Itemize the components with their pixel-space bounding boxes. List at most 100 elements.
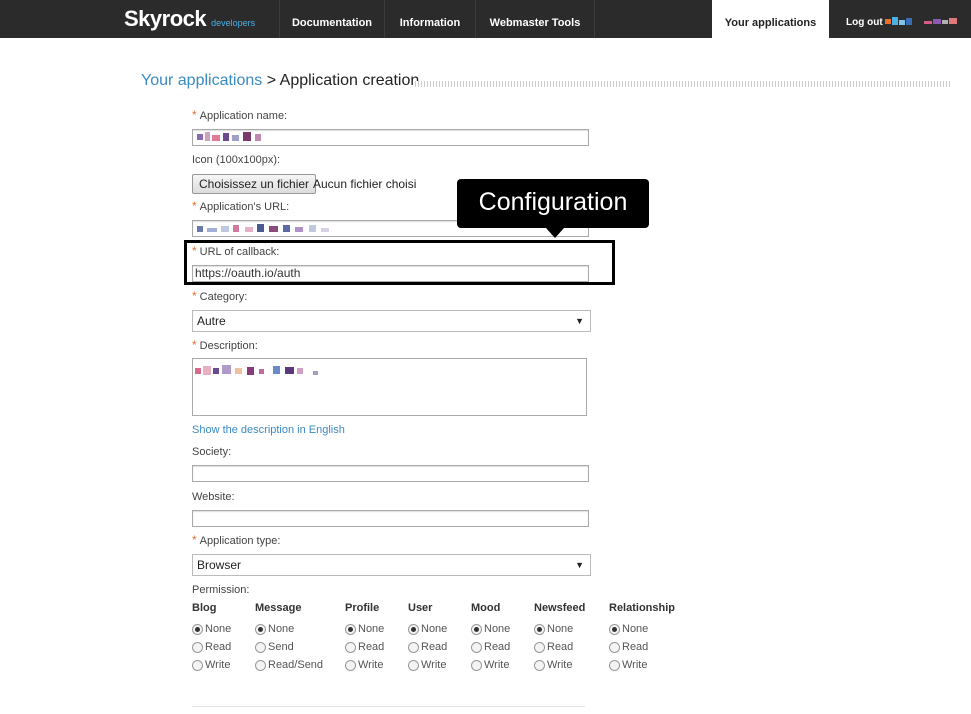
nav-documentation[interactable]: Documentation bbox=[279, 0, 384, 38]
required-mark: * bbox=[192, 108, 197, 122]
radio-button[interactable] bbox=[255, 641, 266, 653]
nav-information[interactable]: Information bbox=[384, 0, 475, 38]
radio-button[interactable] bbox=[192, 623, 203, 635]
permission-label: Permission: bbox=[192, 584, 250, 596]
radio-button[interactable] bbox=[609, 659, 620, 671]
nav-your-applications[interactable]: Your applications bbox=[712, 0, 829, 38]
permission-heading: Profile bbox=[345, 602, 380, 614]
permission-option[interactable]: Write bbox=[471, 656, 510, 674]
permission-option-label: None bbox=[358, 623, 385, 635]
radio-button[interactable] bbox=[471, 659, 482, 671]
logout-area: Log out bbox=[846, 0, 958, 38]
app-url-label: * Application's URL: bbox=[192, 199, 290, 213]
category-label: * Category: bbox=[192, 289, 248, 303]
permission-option[interactable]: Read/Send bbox=[255, 656, 323, 674]
radio-button[interactable] bbox=[471, 641, 482, 653]
radio-button[interactable] bbox=[609, 641, 620, 653]
permission-option[interactable]: None bbox=[609, 620, 675, 638]
app-type-select[interactable]: Browser ▼ bbox=[192, 554, 591, 576]
permission-option-label: Read bbox=[205, 641, 232, 653]
radio-button[interactable] bbox=[471, 623, 482, 635]
radio-button[interactable] bbox=[345, 641, 356, 653]
society-input[interactable] bbox=[192, 465, 589, 482]
breadcrumb-your-applications[interactable]: Your applications bbox=[141, 72, 262, 89]
skyrock-logo[interactable]: Skyrock developers bbox=[124, 6, 255, 32]
permission-option[interactable]: Write bbox=[534, 656, 585, 674]
permission-option[interactable]: Read bbox=[609, 638, 675, 656]
permission-heading: User bbox=[408, 602, 433, 614]
permission-option[interactable]: None bbox=[192, 620, 231, 638]
radio-button[interactable] bbox=[408, 623, 419, 635]
permission-option[interactable]: Send bbox=[255, 638, 323, 656]
logout-link[interactable]: Log out bbox=[846, 17, 883, 28]
radio-button[interactable] bbox=[534, 659, 545, 671]
permission-option-label: Read bbox=[547, 641, 574, 653]
description-label: * Description: bbox=[192, 338, 258, 352]
breadcrumb-current: Application creation bbox=[279, 72, 420, 89]
permission-column-blog: Blog None Read Write bbox=[192, 602, 231, 674]
permission-option[interactable]: None bbox=[471, 620, 510, 638]
choose-file-button[interactable]: Choisissez un fichier bbox=[192, 174, 317, 194]
permission-column-profile: Profile None Read Write bbox=[345, 602, 384, 674]
app-type-value: Browser bbox=[197, 558, 242, 572]
permission-option[interactable]: Write bbox=[408, 656, 447, 674]
permission-option-label: Write bbox=[622, 659, 648, 671]
radio-button[interactable] bbox=[192, 659, 203, 671]
nav-webmaster-tools[interactable]: Webmaster Tools bbox=[475, 0, 595, 38]
permission-option-label: Write bbox=[358, 659, 384, 671]
permission-option[interactable]: None bbox=[345, 620, 384, 638]
permission-column-user: User None Read Write bbox=[408, 602, 447, 674]
permission-option[interactable]: Read bbox=[192, 638, 231, 656]
callback-highlight-box bbox=[184, 240, 615, 285]
required-mark: * bbox=[192, 199, 197, 213]
permission-option[interactable]: None bbox=[255, 620, 323, 638]
top-navbar: Skyrock developers Documentation Informa… bbox=[0, 0, 971, 38]
app-name-label: * Application name: bbox=[192, 108, 288, 122]
society-label: Society: bbox=[192, 446, 232, 458]
permission-option[interactable]: Read bbox=[345, 638, 384, 656]
permission-option[interactable]: None bbox=[534, 620, 585, 638]
permission-option-label: Read bbox=[622, 641, 649, 653]
category-select[interactable]: Autre ▼ bbox=[192, 310, 591, 332]
permission-option[interactable]: Write bbox=[345, 656, 384, 674]
radio-button[interactable] bbox=[534, 623, 545, 635]
dropdown-arrow-icon: ▼ bbox=[575, 316, 584, 326]
radio-button[interactable] bbox=[609, 623, 620, 635]
show-description-english-link[interactable]: Show the description in English bbox=[192, 424, 345, 436]
radio-button[interactable] bbox=[255, 659, 266, 671]
radio-button[interactable] bbox=[345, 623, 356, 635]
required-mark: * bbox=[192, 533, 197, 547]
dropdown-arrow-icon: ▼ bbox=[575, 560, 584, 570]
radio-button[interactable] bbox=[192, 641, 203, 653]
radio-button[interactable] bbox=[534, 641, 545, 653]
breadcrumb-separator: > bbox=[262, 72, 280, 89]
permission-heading: Mood bbox=[471, 602, 501, 614]
website-input[interactable] bbox=[192, 510, 589, 527]
permission-option[interactable]: Read bbox=[408, 638, 447, 656]
radio-button[interactable] bbox=[345, 659, 356, 671]
app-name-input[interactable] bbox=[192, 129, 589, 146]
radio-button[interactable] bbox=[255, 623, 266, 635]
permission-option-label: Write bbox=[205, 659, 231, 671]
breadcrumb-divider bbox=[415, 81, 951, 87]
icon-label: Icon (100x100px): bbox=[192, 154, 281, 166]
permission-option[interactable]: Read bbox=[471, 638, 510, 656]
app-type-label: * Application type: bbox=[192, 533, 281, 547]
permission-column-mood: Mood None Read Write bbox=[471, 602, 510, 674]
permission-option[interactable]: Write bbox=[609, 656, 675, 674]
permission-option-label: None bbox=[484, 623, 511, 635]
logo-subtitle: developers bbox=[211, 18, 256, 28]
required-mark: * bbox=[192, 289, 197, 303]
permission-option[interactable]: Read bbox=[534, 638, 585, 656]
form-bottom-divider bbox=[192, 706, 585, 707]
permission-option-label: Read bbox=[484, 641, 511, 653]
radio-button[interactable] bbox=[408, 659, 419, 671]
permission-option[interactable]: Write bbox=[192, 656, 231, 674]
breadcrumb: Your applications > Application creation bbox=[141, 72, 419, 90]
redacted-pixel-icon bbox=[195, 365, 318, 375]
redacted-pixel-icon bbox=[197, 132, 261, 141]
radio-button[interactable] bbox=[408, 641, 419, 653]
logo-text: Skyrock bbox=[124, 6, 207, 31]
permission-option[interactable]: None bbox=[408, 620, 447, 638]
description-textarea[interactable] bbox=[192, 358, 587, 416]
